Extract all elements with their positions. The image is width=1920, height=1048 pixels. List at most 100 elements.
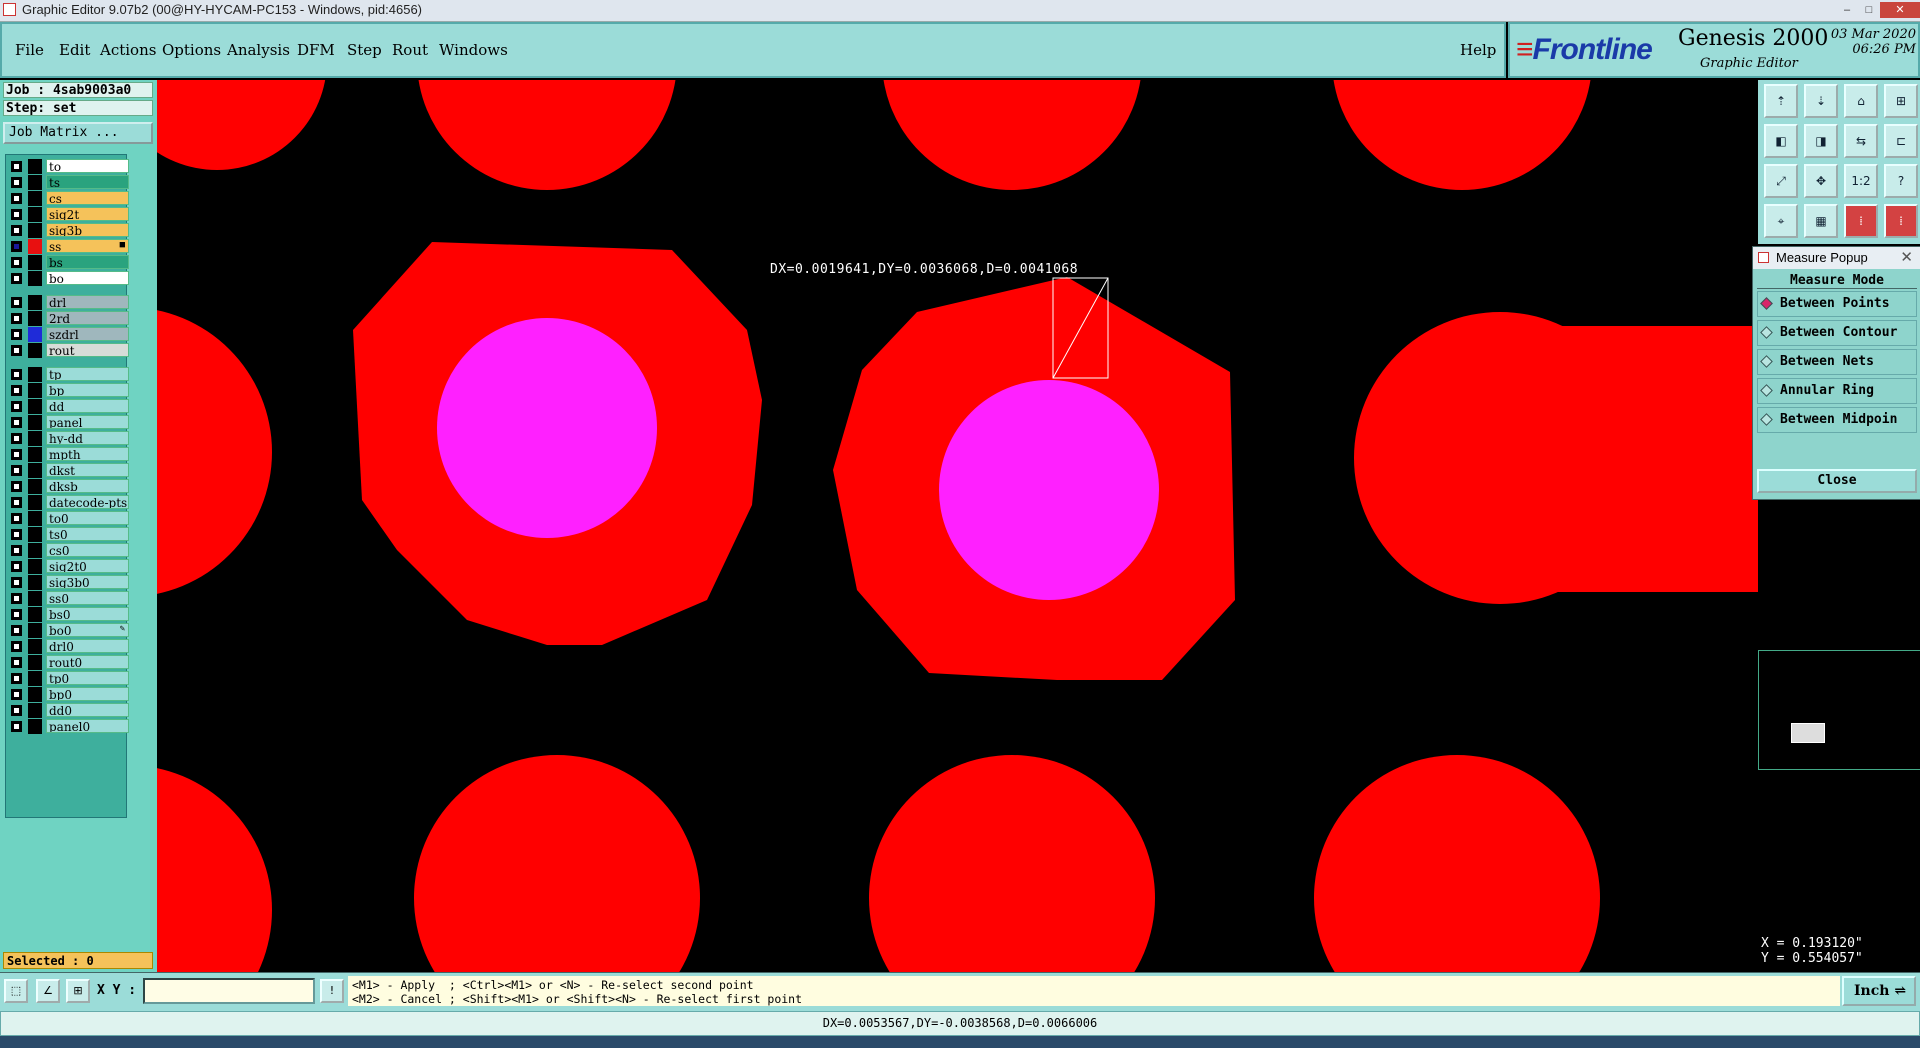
layer-name[interactable]: tp0	[46, 671, 129, 685]
layer-name[interactable]: bs	[46, 255, 129, 269]
layer-row-2rd[interactable]: 2rd	[9, 311, 129, 326]
layer-checkbox[interactable]	[11, 329, 22, 340]
layer-display-color[interactable]	[28, 431, 42, 446]
layer-row-ss0[interactable]: ss0	[9, 591, 129, 606]
layer-checkbox[interactable]	[11, 689, 22, 700]
layer-row-dksb[interactable]: dksb	[9, 479, 129, 494]
menu-file[interactable]: File	[15, 41, 44, 59]
layer-display-color[interactable]	[28, 191, 42, 206]
layer-checkbox[interactable]	[11, 417, 22, 428]
up-layer-icon[interactable]: ⇡	[1764, 84, 1798, 118]
layer-row-bs[interactable]: bs	[9, 255, 129, 270]
layer-name[interactable]: tp	[46, 367, 129, 381]
radio-diamond-icon[interactable]	[1760, 355, 1773, 368]
layer-row-sig3b[interactable]: sig3b	[9, 223, 129, 238]
layer-checkbox[interactable]	[11, 161, 22, 172]
menu-rout[interactable]: Rout	[392, 41, 428, 59]
menu-options[interactable]: Options	[162, 41, 221, 59]
layer-display-color[interactable]	[28, 343, 42, 358]
layer-display-color[interactable]	[28, 591, 42, 606]
layer-name[interactable]: mpth	[46, 447, 129, 461]
layer-display-color[interactable]	[28, 671, 42, 686]
layer-row-tp0[interactable]: tp0	[9, 671, 129, 686]
layer-name[interactable]: bo0	[46, 623, 129, 637]
close-icon[interactable]: ✕	[1900, 247, 1913, 269]
menu-help[interactable]: Help	[1460, 41, 1496, 59]
layer-row-bo0[interactable]: bo0 ✎	[9, 623, 129, 638]
popup-close-button[interactable]: Close	[1757, 469, 1917, 493]
layer-row-sig3b0[interactable]: sig3b0	[9, 575, 129, 590]
overview-viewport[interactable]	[1791, 723, 1825, 743]
home-icon[interactable]: ⌂	[1844, 84, 1878, 118]
layer-display-color[interactable]	[28, 239, 42, 254]
layer-checkbox[interactable]	[11, 497, 22, 508]
layer-name[interactable]: drl	[46, 295, 129, 309]
layer-row-to[interactable]: to	[9, 159, 129, 174]
layer-display-color[interactable]	[28, 639, 42, 654]
overview-map[interactable]	[1758, 650, 1920, 770]
layer-display-color[interactable]	[28, 703, 42, 718]
layer-row-cs[interactable]: cs	[9, 191, 129, 206]
layer-checkbox[interactable]	[11, 561, 22, 572]
layer-display-color[interactable]	[28, 511, 42, 526]
layer-name[interactable]: rout	[46, 343, 129, 357]
layer-name[interactable]: sig3b	[46, 223, 129, 237]
layer-checkbox[interactable]	[11, 433, 22, 444]
zoom-center-icon[interactable]: ✥	[1804, 164, 1838, 198]
layer-checkbox[interactable]	[11, 273, 22, 284]
layer-row-mpth[interactable]: mpth	[9, 447, 129, 462]
split-view-icon[interactable]: ⊞	[1884, 84, 1918, 118]
layer-display-color[interactable]	[28, 295, 42, 310]
menu-actions[interactable]: Actions	[100, 41, 156, 59]
layer-name[interactable]: 2rd	[46, 311, 129, 325]
menu-dfm[interactable]: DFM	[297, 41, 335, 59]
layer-row-to0[interactable]: to0	[9, 511, 129, 526]
layer-row-hy-dd[interactable]: hy-dd	[9, 431, 129, 446]
layer-checkbox[interactable]	[11, 313, 22, 324]
layer-checkbox[interactable]	[11, 465, 22, 476]
layer-checkbox[interactable]	[11, 241, 22, 252]
layer-display-color[interactable]	[28, 719, 42, 734]
layer-display-color[interactable]	[28, 655, 42, 670]
layer-display-color[interactable]	[28, 463, 42, 478]
layer-row-bs0[interactable]: bs0	[9, 607, 129, 622]
layer-row-ss[interactable]: ss ■	[9, 239, 129, 254]
layer-display-color[interactable]	[28, 367, 42, 382]
layer-display-color[interactable]	[28, 311, 42, 326]
menu-analysis[interactable]: Analysis	[227, 41, 290, 59]
layer-display-color[interactable]	[28, 607, 42, 622]
layer-name[interactable]: bp0	[46, 687, 129, 701]
line-tool-icon[interactable]: ∠	[36, 979, 60, 1003]
layer-row-szdrl[interactable]: szdrl	[9, 327, 129, 342]
maximize-button[interactable]: □	[1858, 2, 1880, 18]
layer-list[interactable]: to ts cs sig2t sig3b ss ■ bs bo drl 2rd szdrl rout tp…	[5, 154, 129, 818]
grid-icon[interactable]: ▦	[1804, 204, 1838, 238]
layer-row-panel0[interactable]: panel0	[9, 719, 129, 734]
layer-name[interactable]: panel	[46, 415, 129, 429]
layer-checkbox[interactable]	[11, 673, 22, 684]
popup-title-bar[interactable]: Measure Popup ✕	[1753, 247, 1920, 269]
layer-row-bp0[interactable]: bp0	[9, 687, 129, 702]
layer-row-tp[interactable]: tp	[9, 367, 129, 382]
layer-name[interactable]: to	[46, 159, 129, 173]
measure-option-between-nets[interactable]: Between Nets	[1757, 349, 1917, 375]
layer-name[interactable]: dksb	[46, 479, 129, 493]
layer-display-color[interactable]	[28, 255, 42, 270]
layer-name[interactable]: to0	[46, 511, 129, 525]
radio-diamond-icon[interactable]	[1760, 384, 1773, 397]
layer-row-panel[interactable]: panel	[9, 415, 129, 430]
menu-edit[interactable]: Edit	[59, 41, 90, 59]
unit-selector[interactable]: Inch ⇌	[1842, 976, 1916, 1006]
layer-row-rout0[interactable]: rout0	[9, 655, 129, 670]
layer-display-color[interactable]	[28, 687, 42, 702]
layer-row-sig2t0[interactable]: sig2t0	[9, 559, 129, 574]
layer-checkbox[interactable]	[11, 625, 22, 636]
radio-diamond-icon[interactable]	[1760, 297, 1773, 310]
layer-name[interactable]: ss0	[46, 591, 129, 605]
layer-checkbox[interactable]	[11, 225, 22, 236]
layer-checkbox[interactable]	[11, 297, 22, 308]
layer-name[interactable]: panel0	[46, 719, 129, 733]
layer-checkbox[interactable]	[11, 345, 22, 356]
measure-option-between-contour[interactable]: Between Contour	[1757, 320, 1917, 346]
layer-row-datecode-pts[interactable]: datecode-pts	[9, 495, 129, 510]
